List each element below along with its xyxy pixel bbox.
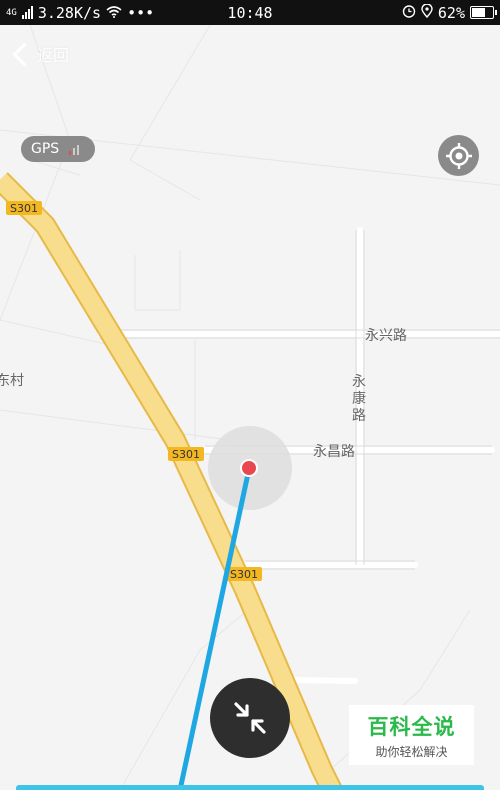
wifi-icon bbox=[106, 4, 122, 22]
locate-me-button[interactable] bbox=[438, 135, 479, 176]
highway-badge: S301 bbox=[6, 201, 42, 215]
back-button[interactable]: 返回 bbox=[10, 41, 70, 67]
svg-text:康: 康 bbox=[352, 390, 366, 407]
location-icon bbox=[421, 2, 433, 22]
bottom-panel-edge[interactable] bbox=[16, 785, 484, 790]
alarm-icon bbox=[402, 4, 416, 22]
svg-text:S301: S301 bbox=[172, 448, 200, 461]
village-label: 东村 bbox=[0, 373, 24, 389]
gps-signal-icon bbox=[69, 143, 80, 155]
svg-text:永: 永 bbox=[352, 374, 366, 390]
road-label-yongxing: 永兴路 bbox=[365, 328, 407, 344]
highway-badge: S301 bbox=[226, 567, 262, 581]
svg-text:路: 路 bbox=[352, 408, 366, 424]
more-icon: ••• bbox=[127, 3, 155, 22]
clock: 10:48 bbox=[227, 3, 273, 22]
street-network bbox=[97, 227, 500, 684]
back-label: 返回 bbox=[37, 46, 70, 65]
battery-icon bbox=[470, 6, 497, 19]
collapse-map-button[interactable] bbox=[210, 678, 290, 758]
status-bar: 4G 3.28K/s ••• 10:48 62% bbox=[0, 0, 500, 25]
chevron-left-icon bbox=[12, 41, 37, 67]
svg-text:S301: S301 bbox=[230, 568, 258, 581]
location-marker bbox=[240, 459, 258, 477]
gps-label: GPS bbox=[31, 141, 60, 157]
gps-status-pill: GPS bbox=[21, 136, 95, 162]
network-label: 4G bbox=[6, 7, 17, 18]
road-label-yongchang: 永昌路 bbox=[313, 444, 355, 460]
road-label-yongkang: 永 康 路 bbox=[352, 374, 366, 424]
highway-badge: S301 bbox=[168, 447, 204, 461]
battery-percent: 62% bbox=[437, 3, 465, 22]
svg-text:S301: S301 bbox=[10, 202, 38, 215]
signal-icon bbox=[21, 6, 33, 19]
network-speed: 3.28K/s bbox=[37, 3, 102, 22]
watermark-subtitle: 助你轻松解决 bbox=[375, 744, 448, 759]
watermark-logo: 百科全说 助你轻松解决 bbox=[349, 705, 474, 765]
watermark-title: 百科全说 bbox=[367, 714, 456, 739]
crosshair-icon bbox=[445, 142, 472, 169]
collapse-arrows-icon bbox=[234, 702, 266, 734]
